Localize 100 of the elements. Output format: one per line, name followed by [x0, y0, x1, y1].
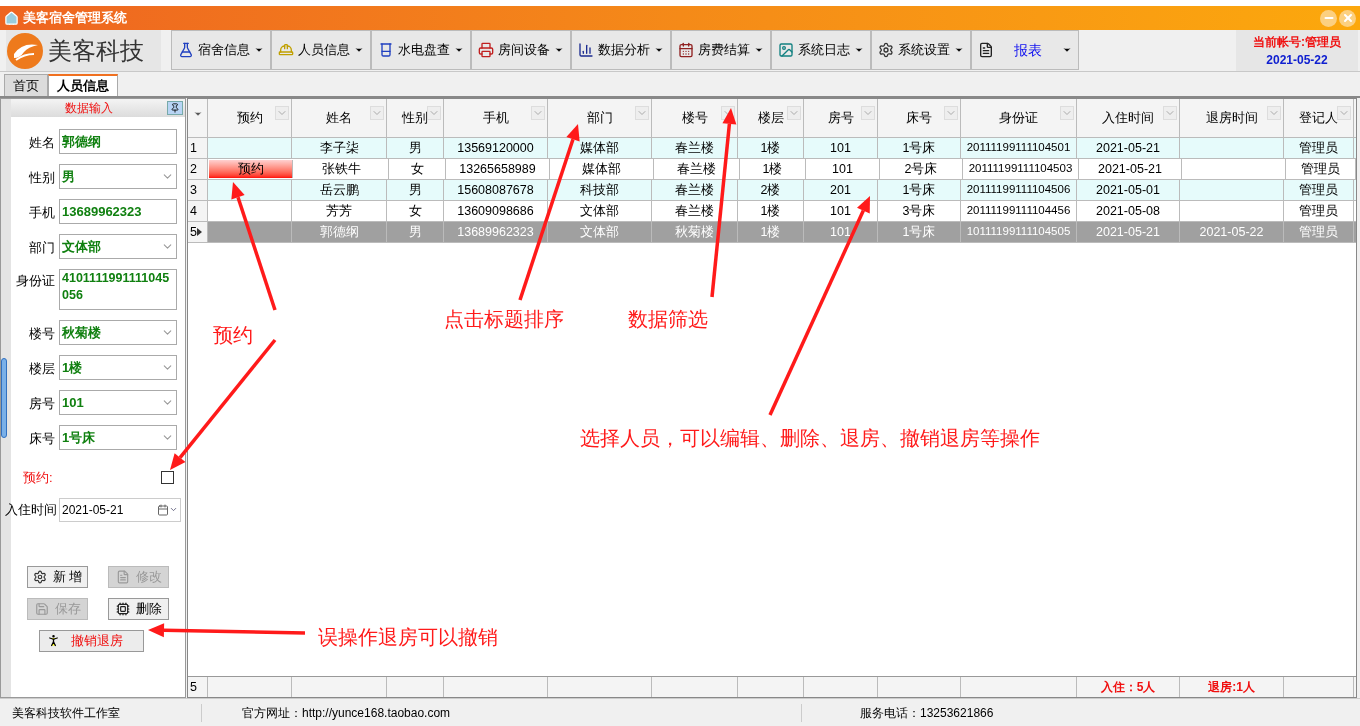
- field-label: 身份证: [15, 272, 55, 290]
- dropdown[interactable]: 101: [59, 390, 177, 415]
- flask-icon: [178, 42, 194, 58]
- filter-icon[interactable]: [1060, 106, 1074, 120]
- table-cell-text: 3号床: [902, 202, 936, 220]
- input-field[interactable]: 4101111991111045056: [59, 269, 177, 310]
- document-icon: [978, 42, 994, 58]
- filter-icon[interactable]: [531, 106, 545, 120]
- table-row[interactable]: 2 预约 张铁牛 女 13265658989 媒体部 春兰楼 1楼 101 2号床 20111199111104503 2021-05-21 管理员: [188, 159, 1356, 180]
- table-cell-text: 春兰楼: [675, 139, 714, 157]
- table-cell-text: 201: [830, 181, 851, 199]
- table-cell-text: 管理员: [1299, 139, 1338, 157]
- table-cell-text: 管理员: [1299, 202, 1338, 220]
- column-header[interactable]: 退房时间: [1180, 99, 1284, 137]
- row-number: 3: [189, 181, 197, 199]
- column-header[interactable]: 性别: [387, 99, 444, 137]
- dropdown[interactable]: 1楼: [59, 355, 177, 380]
- table-cell-text: 20111199111104501: [966, 140, 1071, 156]
- minimize-button[interactable]: [1320, 9, 1337, 27]
- table-cell-text: 岳云鹏: [319, 181, 359, 199]
- column-header[interactable]: 预约: [208, 99, 292, 137]
- menu-button[interactable]: 房间设备: [471, 30, 571, 70]
- caret-icon: [1062, 45, 1072, 55]
- collapse-handle[interactable]: [1, 358, 7, 438]
- filter-icon[interactable]: [427, 106, 441, 120]
- table-row[interactable]: 3 岳云鹏 男 15608087678 科技部 春兰楼 2楼 201 1号床 20111199111104506 2021-05-01 管理员: [188, 180, 1356, 201]
- row-number: 1: [189, 139, 197, 157]
- column-header[interactable]: 床号: [878, 99, 961, 137]
- column-header[interactable]: 身份证: [961, 99, 1077, 137]
- tab[interactable]: 首页: [4, 74, 48, 96]
- table-cell-text: 10111199111104505: [966, 224, 1071, 240]
- form-button[interactable]: 新 增: [27, 565, 88, 588]
- menu-button[interactable]: 系统日志: [771, 30, 871, 70]
- table-cell-text: 文体部: [580, 223, 619, 241]
- tab[interactable]: 人员信息: [48, 74, 118, 96]
- caret-icon: [754, 45, 764, 55]
- table-row[interactable]: 1 李子柒 男 13569120000 媒体部 春兰楼 1楼 101 1号床 20111199111104501 2021-05-21 管理员: [188, 138, 1356, 159]
- filter-icon[interactable]: [944, 106, 958, 120]
- beaker-icon: [378, 42, 394, 58]
- menu-button[interactable]: 宿舍信息: [171, 30, 271, 70]
- table-row[interactable]: 5 郭德纲 男 13689962323 文体部 秋菊楼 1楼 101 1号床 10111199111104505 2021-05-21 2021-05-22 管理员: [188, 222, 1356, 243]
- date-field[interactable]: 2021-05-21: [59, 497, 181, 522]
- table-cell-text: 20111199111104503: [968, 161, 1073, 177]
- printer-icon: [478, 42, 494, 58]
- filter-icon[interactable]: [1163, 106, 1177, 120]
- annotation-text: 点击标题排序: [444, 307, 564, 332]
- menu-button[interactable]: 系统设置: [871, 30, 971, 70]
- filter-icon[interactable]: [787, 106, 801, 120]
- table-cell-text: 管理员: [1299, 223, 1338, 241]
- filter-icon[interactable]: [1267, 106, 1281, 120]
- table-cell-text: 男: [408, 139, 422, 157]
- caret-icon: [254, 45, 264, 55]
- table-cell-text: 女: [408, 202, 422, 220]
- dropdown[interactable]: 秋菊楼: [59, 320, 177, 345]
- column-header[interactable]: 房号: [804, 99, 878, 137]
- row-number: 2: [189, 160, 197, 178]
- close-button[interactable]: [1339, 9, 1356, 27]
- form-button[interactable]: 删除: [108, 597, 169, 620]
- table-cell-text: 1楼: [760, 202, 781, 220]
- dropdown[interactable]: 文体部: [59, 234, 177, 259]
- column-header[interactable]: 入住时间: [1077, 99, 1180, 137]
- column-header[interactable]: 姓名: [292, 99, 387, 137]
- menu-button[interactable]: 报表: [971, 30, 1079, 70]
- menu-button[interactable]: 水电盘查: [371, 30, 471, 70]
- input-field[interactable]: 13689962323: [59, 199, 177, 224]
- input-field[interactable]: 郭德纲: [59, 129, 177, 154]
- column-header[interactable]: 手机: [444, 99, 548, 137]
- column-header[interactable]: 楼层: [738, 99, 804, 137]
- column-header[interactable]: 登记人: [1284, 99, 1354, 137]
- table-cell-text: 2021-05-01: [1096, 181, 1160, 199]
- row-count: 5: [189, 678, 197, 696]
- table-row[interactable]: 4 芳芳 女 13609098686 文体部 春兰楼 1楼 101 3号床 20111199111104456 2021-05-08 管理员: [188, 201, 1356, 222]
- filter-icon[interactable]: [370, 106, 384, 120]
- undo-checkout-button[interactable]: 撤销退房: [39, 629, 144, 652]
- field-label: 部门: [28, 239, 55, 257]
- field-label: 楼号: [28, 325, 55, 343]
- table-cell-text: 2021-05-21: [1096, 223, 1160, 241]
- filter-icon[interactable]: [275, 106, 289, 120]
- walking-person-icon: [46, 633, 61, 648]
- annotation-text: 选择人员，可以编辑、删除、退房、撤销退房等操作: [580, 426, 1040, 451]
- table-cell-text: 媒体部: [582, 160, 621, 178]
- table-cell-text: 2021-05-21: [1098, 160, 1162, 178]
- caret-icon: [954, 45, 964, 55]
- dropdown[interactable]: 1号床: [59, 425, 177, 450]
- table-cell-text: 13609098686: [457, 202, 534, 220]
- filter-icon[interactable]: [861, 106, 875, 120]
- table-cell-text: 2号床: [904, 160, 938, 178]
- menu-button[interactable]: 人员信息: [271, 30, 371, 70]
- date-label: 2021-05-22: [1266, 51, 1328, 69]
- picture-icon: [778, 42, 794, 58]
- menu-button[interactable]: 房费结算: [671, 30, 771, 70]
- dropdown[interactable]: 男: [59, 164, 177, 189]
- reserve-checkbox[interactable]: [161, 471, 174, 485]
- filter-icon[interactable]: [635, 106, 649, 120]
- caret-icon: [854, 45, 864, 55]
- filter-icon[interactable]: [1337, 106, 1351, 120]
- helmet-icon: [278, 42, 294, 58]
- menu-button[interactable]: 数据分析: [571, 30, 671, 70]
- pin-button[interactable]: [167, 101, 183, 115]
- table-cell-text: 郭德纲: [319, 223, 359, 241]
